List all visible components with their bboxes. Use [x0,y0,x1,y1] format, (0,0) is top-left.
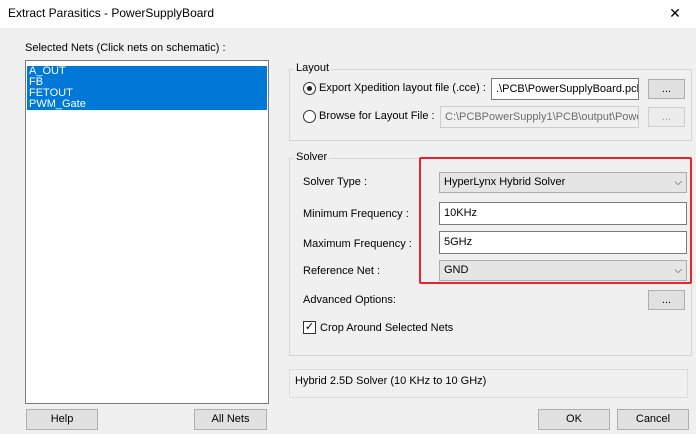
solver-group-title: Solver [294,151,330,163]
export-label: Export Xpedition layout file (.cce) : [319,82,486,94]
export-browse-button[interactable]: ... [648,79,685,99]
window-title: Extract Parasitics - PowerSupplyBoard [8,6,215,20]
advanced-options-label: Advanced Options: [303,294,396,306]
reference-net-label: Reference Net : [303,265,381,277]
export-path-field[interactable]: .\PCB\PowerSupplyBoard.pcb [491,78,639,100]
layout-group-title: Layout [294,62,332,74]
net-list-item[interactable]: A_OUT [27,66,267,77]
cancel-button[interactable]: Cancel [617,409,689,430]
nets-listbox[interactable]: A_OUT FB FETOUT PWM_Gate [25,60,269,404]
net-list-item[interactable]: PWM_Gate [27,99,267,110]
browse-path-field[interactable]: C:\PCBPowerSupply1\PCB\output\Power [440,106,639,128]
close-icon[interactable]: ✕ [664,4,686,22]
crop-label: Crop Around Selected Nets [320,322,454,334]
min-frequency-label: Minimum Frequency : [303,208,409,220]
browse-label: Browse for Layout File : [319,110,435,122]
advanced-options-button[interactable]: ... [648,290,685,310]
solver-type-label: Solver Type : [303,176,367,188]
crop-checkbox[interactable]: ✓ [303,321,316,334]
all-nets-button[interactable]: All Nets [194,409,267,430]
solver-description-text: Hybrid 2.5D Solver (10 KHz to 10 GHz) [295,375,487,387]
browse-radio[interactable] [303,110,316,123]
highlight-annotation [419,157,692,284]
export-radio[interactable] [303,82,316,95]
selected-nets-label: Selected Nets (Click nets on schematic) … [25,42,226,54]
ok-button[interactable]: OK [538,409,610,430]
browse-file-button[interactable]: ... [648,107,685,127]
help-button[interactable]: Help [26,409,98,430]
max-frequency-label: Maximum Frequency : [303,238,412,250]
